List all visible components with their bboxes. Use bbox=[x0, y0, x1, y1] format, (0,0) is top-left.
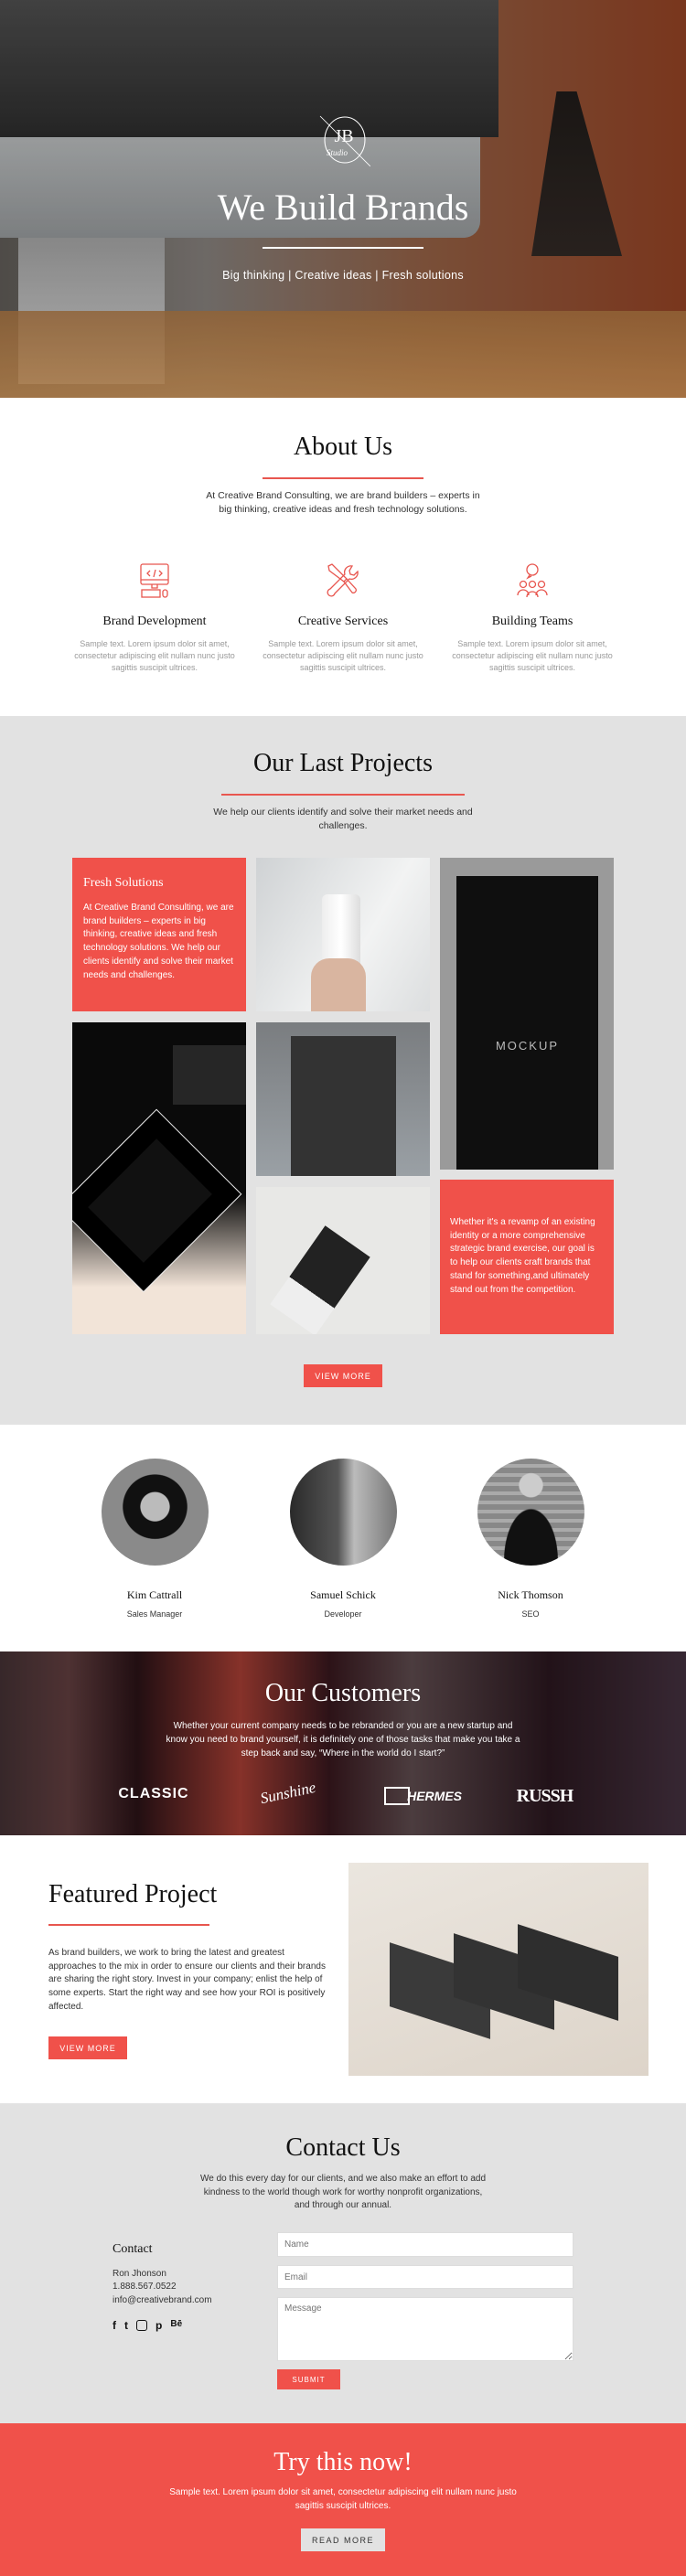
logo-classic: CLASSIC bbox=[118, 1786, 189, 1801]
member-role: SEO bbox=[521, 1609, 540, 1619]
card-title: Fresh Solutions bbox=[83, 876, 164, 890]
facebook-icon[interactable]: f bbox=[113, 2319, 116, 2332]
tools-icon bbox=[327, 563, 359, 597]
name-input[interactable] bbox=[277, 2232, 573, 2257]
logo-letters: JB bbox=[334, 126, 354, 146]
message-textarea[interactable] bbox=[277, 2297, 573, 2361]
feature-text: Sample text. Lorem ipsum dolor sit amet,… bbox=[74, 639, 235, 672]
pinterest-icon[interactable]: p bbox=[155, 2319, 162, 2332]
card-text: At Creative Brand Consulting, we are bra… bbox=[83, 903, 234, 980]
featured-text: As brand builders, we work to bring the … bbox=[48, 1948, 326, 2012]
featured-section: Featured Project As brand builders, we w… bbox=[0, 1835, 686, 2103]
feature-text: Sample text. Lorem ipsum dolor sit amet,… bbox=[263, 639, 423, 672]
about-section: About Us At Creative Brand Consulting, w… bbox=[0, 398, 686, 716]
contact-phone: 1.888.567.0522 bbox=[113, 2282, 177, 2292]
project-image-hangtag[interactable] bbox=[256, 1187, 430, 1334]
hero-subtitle: Big thinking | Creative ideas | Fresh so… bbox=[222, 269, 464, 282]
contact-section: Contact Us We do this every day for our … bbox=[0, 2103, 686, 2423]
about-divider bbox=[263, 477, 423, 479]
team-chat-icon bbox=[517, 563, 548, 598]
contact-text: We do this every day for our clients, an… bbox=[199, 2174, 487, 2211]
twitter-icon[interactable]: t bbox=[124, 2319, 128, 2332]
contact-heading: Contact bbox=[113, 2242, 153, 2256]
avatar bbox=[101, 1459, 209, 1566]
project-image-tags[interactable] bbox=[72, 1022, 246, 1334]
contact-title: Contact Us bbox=[285, 2133, 401, 2162]
team-member: Samuel Schick Developer bbox=[261, 1459, 425, 1619]
about-title: About Us bbox=[293, 433, 393, 461]
customers-text: Whether your current company needs to be… bbox=[166, 1721, 520, 1758]
featured-view-more-button[interactable]: VIEW MORE bbox=[48, 2036, 127, 2059]
contact-email: info@creativebrand.com bbox=[113, 2295, 212, 2305]
hero-title: We Build Brands bbox=[217, 187, 469, 228]
member-name: Kim Cattrall bbox=[126, 1588, 183, 1601]
avatar bbox=[477, 1459, 584, 1566]
team-section: Kim Cattrall Sales Manager Samuel Schick… bbox=[0, 1425, 686, 1651]
logo-script: Studio bbox=[327, 148, 348, 157]
projects-text: We help our clients identify and solve t… bbox=[213, 807, 473, 831]
projects-section: Our Last Projects We help our clients id… bbox=[0, 716, 686, 1425]
behance-icon[interactable]: Bē bbox=[170, 2319, 182, 2332]
featured-divider bbox=[48, 1924, 209, 1926]
feature-text: Sample text. Lorem ipsum dolor sit amet,… bbox=[452, 639, 613, 672]
member-role: Developer bbox=[324, 1609, 362, 1619]
projects-divider bbox=[221, 794, 465, 796]
hero-divider bbox=[263, 247, 423, 249]
cta-title: Try this now! bbox=[273, 2448, 413, 2476]
member-role: Sales Manager bbox=[126, 1609, 183, 1619]
about-text: At Creative Brand Consulting, we are bra… bbox=[206, 490, 480, 515]
feature-card-building-teams: Building Teams Sample text. Lorem ipsum … bbox=[450, 562, 615, 674]
project-card-fresh-solutions: Fresh Solutions At Creative Brand Consul… bbox=[72, 858, 246, 1011]
featured-image-business-cards bbox=[348, 1863, 648, 2076]
read-more-button[interactable]: READ MORE bbox=[301, 2528, 385, 2551]
cta-section: Try this now! Sample text. Lorem ipsum d… bbox=[0, 2423, 686, 2576]
hero-section: JB Studio We Build Brands Big thinking |… bbox=[0, 0, 686, 398]
email-input[interactable] bbox=[277, 2265, 573, 2289]
contact-person: Ron Jhonson bbox=[113, 2269, 166, 2279]
card-text: Whether it's a revamp of an existing ide… bbox=[450, 1217, 595, 1295]
submit-button[interactable]: SUBMIT bbox=[277, 2369, 340, 2389]
customers-section: Our Customers Whether your current compa… bbox=[0, 1651, 686, 1835]
computer-code-icon bbox=[140, 563, 169, 598]
feature-title: Brand Development bbox=[102, 615, 207, 628]
feature-card-creative-services: Creative Services Sample text. Lorem ips… bbox=[261, 562, 425, 674]
projects-view-more-button[interactable]: VIEW MORE bbox=[304, 1364, 382, 1387]
feature-card-brand-development: Brand Development Sample text. Lorem ips… bbox=[72, 562, 237, 674]
logo-hermes-truck-icon bbox=[384, 1787, 410, 1805]
brand-logo: JB Studio bbox=[317, 113, 371, 167]
cta-text: Sample text. Lorem ipsum dolor sit amet,… bbox=[169, 2487, 517, 2511]
feature-title: Creative Services bbox=[297, 615, 389, 628]
team-member: Kim Cattrall Sales Manager bbox=[72, 1459, 237, 1619]
project-image-bag[interactable] bbox=[256, 1022, 430, 1176]
team-member: Nick Thomson SEO bbox=[448, 1459, 613, 1619]
projects-title: Our Last Projects bbox=[253, 749, 433, 777]
featured-title: Featured Project bbox=[48, 1880, 218, 1908]
project-card-revamp: Whether it's a revamp of an existing ide… bbox=[440, 1180, 614, 1334]
member-name: Samuel Schick bbox=[310, 1588, 376, 1601]
project-image-poster[interactable]: MOCKUP bbox=[440, 858, 614, 1170]
project-image-bottle[interactable] bbox=[256, 858, 430, 1011]
social-icons: f t p Bē bbox=[113, 2319, 182, 2332]
feature-title: Building Teams bbox=[491, 615, 573, 628]
customers-title: Our Customers bbox=[264, 1679, 422, 1707]
poster-mockup-text: MOCKUP bbox=[495, 1039, 560, 1053]
instagram-icon[interactable] bbox=[136, 2320, 147, 2331]
avatar bbox=[289, 1459, 397, 1566]
logo-russh: RUSSH bbox=[516, 1786, 574, 1806]
member-name: Nick Thomson bbox=[498, 1588, 563, 1601]
